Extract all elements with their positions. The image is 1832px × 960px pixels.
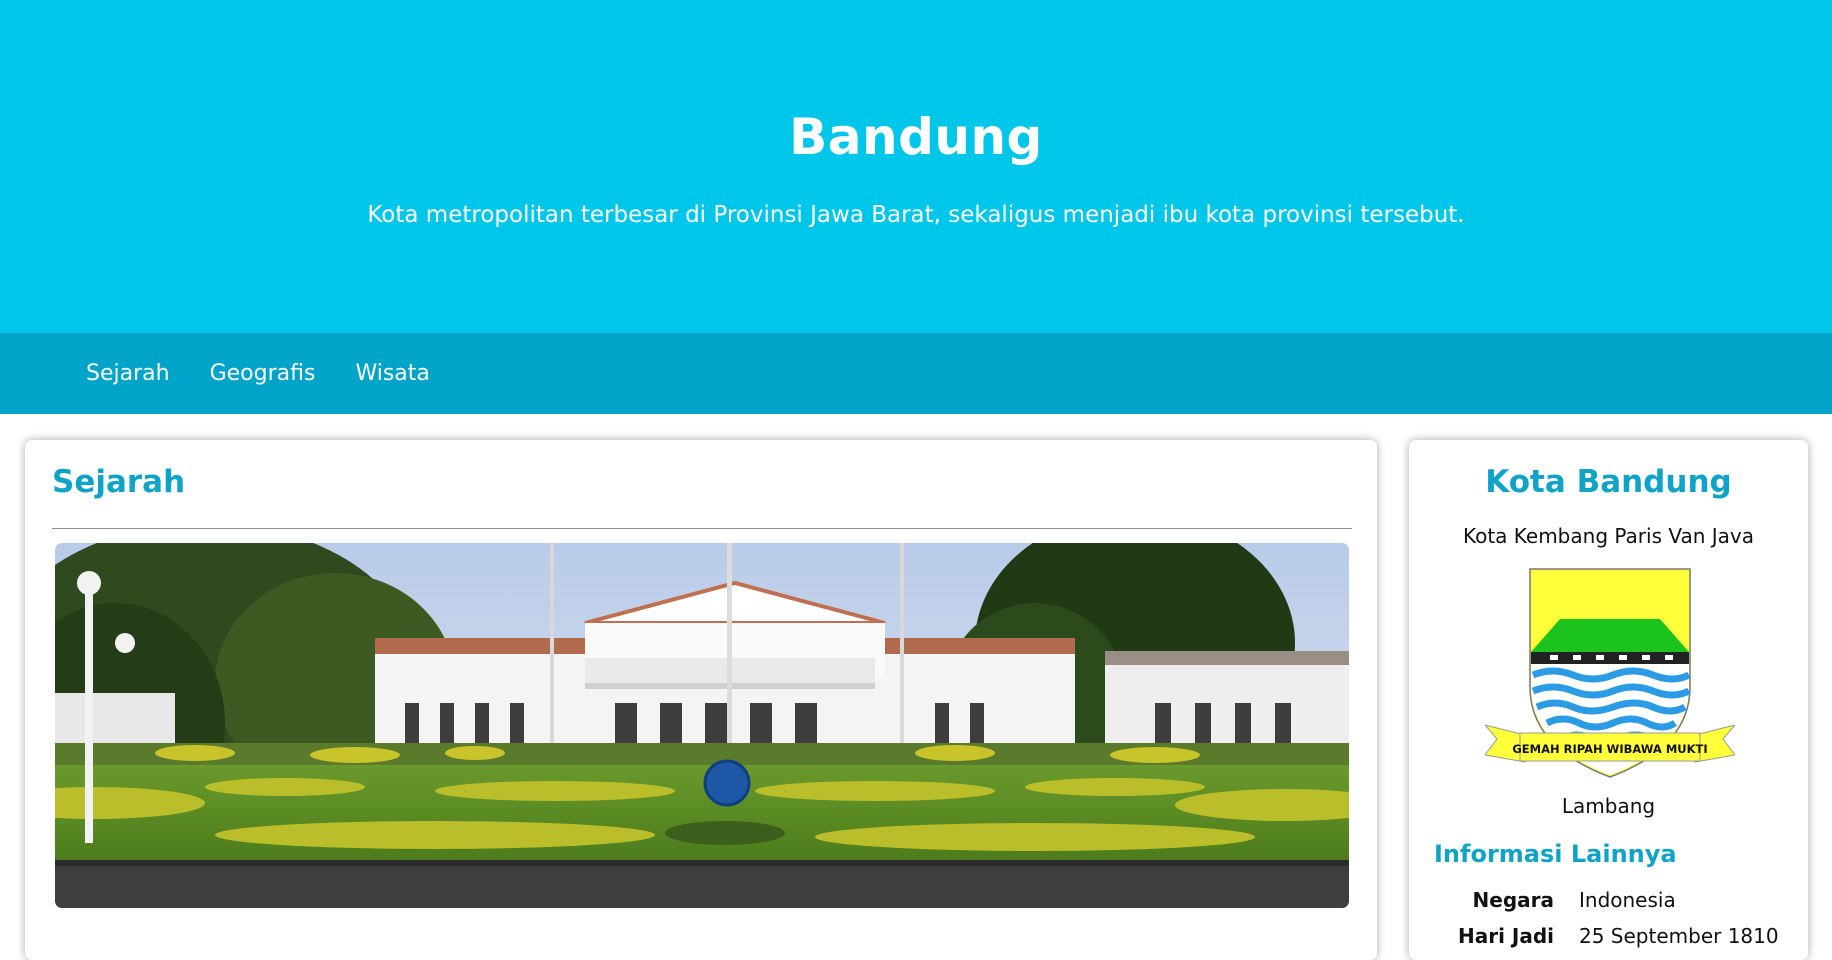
info-key: Negara: [1472, 888, 1554, 912]
content-card: Sejarah: [25, 440, 1377, 960]
bandung-emblem-icon: GEMAH RIPAH WIBAWA MUKTI: [1485, 568, 1735, 778]
page-title: Bandung: [789, 108, 1043, 166]
nav-item-wisata[interactable]: Wisata: [355, 361, 429, 386]
info-value: Indonesia: [1579, 888, 1676, 912]
section-divider: [52, 528, 1352, 529]
emblem-caption: Lambang: [1561, 794, 1656, 818]
nav-item-sejarah[interactable]: Sejarah: [86, 361, 170, 386]
page-subtitle: Kota metropolitan terbesar di Provinsi J…: [367, 202, 1465, 228]
main-area: Sejarah Kota Bandung Kota Kembang Paris …: [0, 414, 1832, 960]
info-value: 25 September 1810: [1579, 924, 1779, 948]
info-card: Kota Bandung Kota Kembang Paris Van Java: [1409, 440, 1808, 960]
info-row: Hari Jadi 25 September 1810: [1439, 918, 1789, 954]
main-nav: Sejarah Geografis Wisata: [0, 333, 1832, 414]
section-title: Sejarah: [52, 464, 186, 500]
info-key: Hari Jadi: [1457, 924, 1554, 948]
info-table: Negara Indonesia Hari Jadi 25 September …: [1439, 882, 1789, 954]
info-heading: Informasi Lainnya: [1434, 840, 1677, 868]
nav-item-geografis[interactable]: Geografis: [210, 361, 316, 386]
page-header: Bandung Kota metropolitan terbesar di Pr…: [0, 0, 1832, 333]
city-nickname: Kota Kembang Paris Van Java: [1462, 524, 1755, 548]
emblem-motto: GEMAH RIPAH WIBAWA MUKTI: [1512, 742, 1707, 756]
city-title: Kota Bandung: [1485, 464, 1732, 500]
gedung-sate-photo: [55, 543, 1349, 908]
info-row: Negara Indonesia: [1439, 882, 1789, 918]
